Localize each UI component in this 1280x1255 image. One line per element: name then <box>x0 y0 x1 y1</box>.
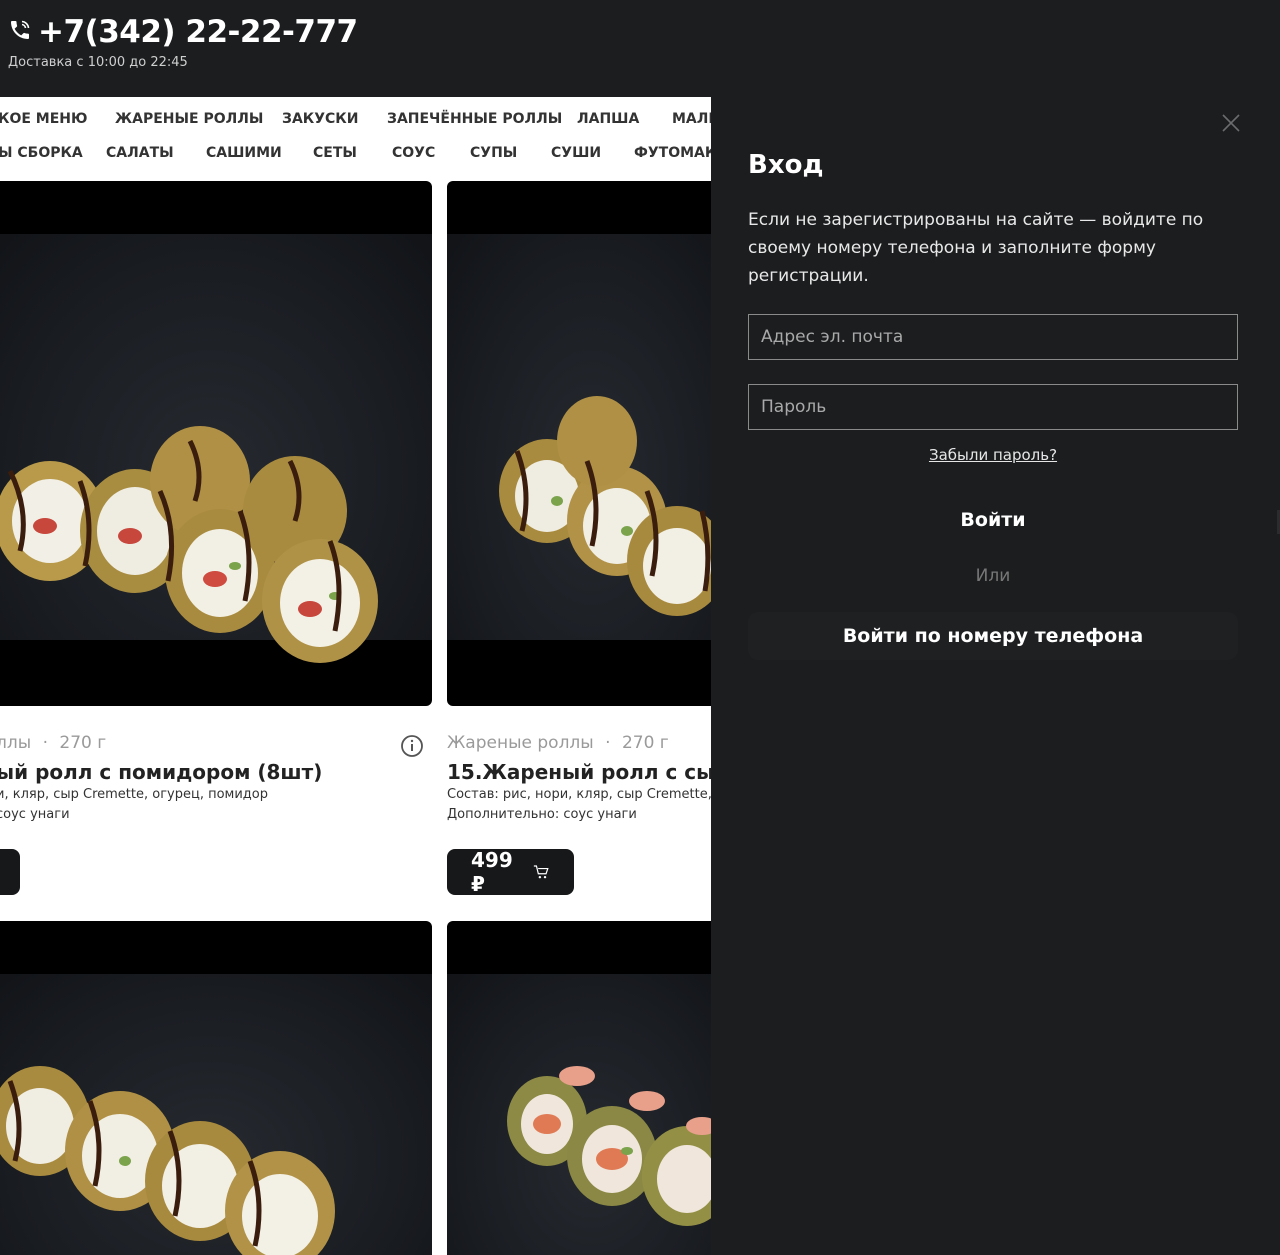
nav-item[interactable]: САЛАТЫ <box>106 145 174 161</box>
forgot-password-link[interactable]: Забыли пароль? <box>748 446 1238 464</box>
product-category: ллы <box>0 733 32 753</box>
nav-item[interactable]: СОУС <box>392 145 435 161</box>
site-header: +7(342) 22-22-777 Доставка с 10:00 до 22… <box>0 0 711 97</box>
nav-item[interactable]: КОЕ МЕНЮ <box>0 111 87 127</box>
site-background: +7(342) 22-22-777 Доставка с 10:00 до 22… <box>0 0 711 1255</box>
product-meta: ллы · 270 г <box>0 733 106 753</box>
email-field[interactable] <box>748 314 1238 360</box>
nav-item[interactable]: ЗАКУСКИ <box>282 111 358 127</box>
product-title[interactable]: 15.Жареный ролл с сыром <box>447 760 711 784</box>
nav-item[interactable]: СУПЫ <box>470 145 517 161</box>
or-divider: Или <box>975 566 1011 586</box>
product-description-line: соус унаги <box>0 807 70 822</box>
nav-item[interactable]: СЕТЫ <box>313 145 357 161</box>
nav-item[interactable]: МАЛЬ <box>672 111 711 127</box>
info-icon[interactable] <box>400 734 424 758</box>
nav-item[interactable]: САШИМИ <box>206 145 282 161</box>
login-panel: Вход Если не зарегистрированы на сайте —… <box>711 0 1280 1255</box>
nav-item[interactable]: ФУТОМАКИ <box>634 145 711 161</box>
product-description-line: Состав: рис, нори, кляр, сыр Cremette, о… <box>447 787 711 802</box>
product-image[interactable] <box>0 921 432 1255</box>
nav-item[interactable]: ЖАРЕНЫЕ РОЛЛЫ <box>115 111 263 127</box>
product-description: и, кляр, сыр Cremette, огурец, помидор с… <box>0 785 268 825</box>
add-to-cart-button[interactable] <box>0 849 20 895</box>
add-to-cart-button[interactable]: 499 ₽ <box>447 848 574 896</box>
product-description: Состав: рис, нори, кляр, сыр Cremette, о… <box>447 785 711 825</box>
product-image[interactable] <box>0 181 432 706</box>
phone-icon <box>8 18 32 46</box>
phone-block[interactable]: +7(342) 22-22-777 <box>8 14 358 50</box>
product-image[interactable] <box>447 921 711 1255</box>
nav-item[interactable]: ЛАПША <box>577 111 639 127</box>
product-title[interactable]: ый ролл с помидором (8шт) <box>0 760 322 784</box>
price-label: 499 ₽ <box>471 848 513 896</box>
cart-icon <box>533 865 549 879</box>
product-image[interactable] <box>447 181 711 706</box>
login-description: Если не зарегистрированы на сайте — войд… <box>748 210 1204 286</box>
nav-item[interactable]: Ы СБОРКА <box>0 145 83 161</box>
login-title: Вход <box>748 150 824 180</box>
login-button[interactable]: Войти <box>748 500 1238 540</box>
close-icon[interactable] <box>1220 112 1242 134</box>
product-description-line: Дополнительно: соус унаги <box>447 807 637 822</box>
phone-number[interactable]: +7(342) 22-22-777 <box>38 14 358 50</box>
product-meta: Жареные роллы · 270 г <box>447 733 669 753</box>
password-field[interactable] <box>748 384 1238 430</box>
phone-login-button[interactable]: Войти по номеру телефона <box>748 612 1238 660</box>
product-category: Жареные роллы <box>447 733 594 753</box>
delivery-hours: Доставка с 10:00 до 22:45 <box>8 55 188 70</box>
category-nav <box>0 97 711 181</box>
product-weight: 270 г <box>59 733 107 753</box>
nav-item[interactable]: СУШИ <box>551 145 601 161</box>
nav-item[interactable]: ЗАПЕЧЁННЫЕ РОЛЛЫ <box>387 111 562 127</box>
product-weight: 270 г <box>621 733 669 753</box>
product-description-line: и, кляр, сыр Cremette, огурец, помидор <box>0 787 269 802</box>
